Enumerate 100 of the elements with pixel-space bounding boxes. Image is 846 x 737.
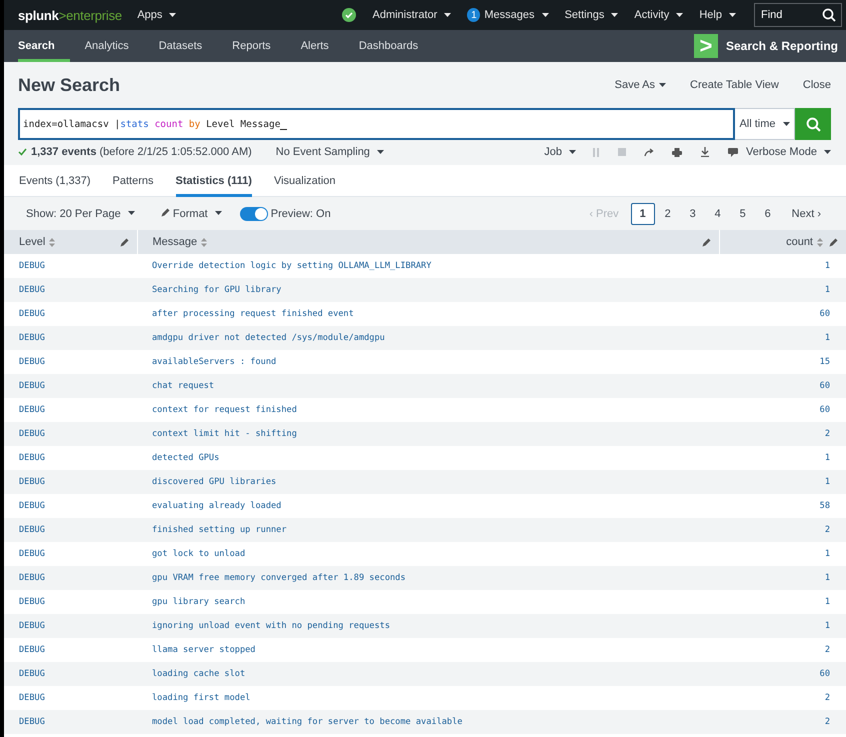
header-action[interactable]: Save As bbox=[614, 79, 666, 91]
table-cell: 1 bbox=[719, 470, 846, 494]
table-cell: detected GPUs bbox=[137, 446, 719, 470]
pencil-icon[interactable] bbox=[120, 238, 128, 246]
job-menu[interactable]: Job bbox=[544, 146, 576, 158]
table-cell: 60 bbox=[719, 662, 846, 686]
table-cell: DEBUG bbox=[4, 638, 137, 662]
top-menu[interactable]: Apps bbox=[137, 9, 176, 21]
search-icon[interactable] bbox=[822, 8, 836, 22]
download-icon[interactable] bbox=[700, 147, 710, 157]
table-cell: got lock to unload bbox=[137, 542, 719, 566]
pencil-icon[interactable] bbox=[829, 238, 838, 246]
table-cell: DEBUG bbox=[4, 254, 137, 278]
page-button[interactable]: 5 bbox=[730, 202, 755, 224]
preview-label: Preview: On bbox=[270, 208, 331, 220]
app-tab[interactable]: Datasets bbox=[144, 30, 218, 62]
table-cell: 58 bbox=[719, 494, 846, 518]
caret-icon bbox=[824, 150, 831, 155]
table-cell: 1 bbox=[719, 446, 846, 470]
table-cell: 60 bbox=[719, 374, 846, 398]
top-menu[interactable]: Help bbox=[699, 9, 736, 21]
splunk-logo[interactable]: splunk>enterprise bbox=[4, 8, 138, 22]
table-cell: DEBUG bbox=[4, 302, 137, 326]
top-menu[interactable]: Messages bbox=[484, 9, 549, 21]
table-cell: DEBUG bbox=[4, 470, 137, 494]
caret-icon bbox=[169, 12, 176, 18]
next-page-button[interactable]: Next › bbox=[780, 202, 832, 224]
search-mode-dropdown[interactable]: Verbose Mode bbox=[746, 146, 831, 158]
sampling-dropdown[interactable]: No Event Sampling bbox=[276, 146, 384, 158]
table-cell: 1 bbox=[719, 254, 846, 278]
table-cell: DEBUG bbox=[4, 326, 137, 350]
app-tab[interactable]: Dashboards bbox=[344, 30, 434, 62]
table-cell: loading first model bbox=[137, 686, 719, 710]
table-cell: context for request finished bbox=[137, 398, 719, 422]
column-header[interactable]: count bbox=[786, 236, 813, 248]
app-tab[interactable]: Alerts bbox=[286, 30, 344, 62]
per-page-dropdown[interactable]: Show: 20 Per Page bbox=[26, 208, 135, 220]
pencil-icon[interactable] bbox=[702, 238, 710, 246]
table-cell: 15 bbox=[719, 350, 846, 374]
caret-icon bbox=[376, 150, 384, 155]
table-cell: DEBUG bbox=[4, 278, 137, 302]
search-icon bbox=[806, 116, 820, 132]
search-query-field[interactable]: index=ollamacsv |stats count by Level Message bbox=[18, 108, 735, 140]
caret-icon bbox=[214, 211, 222, 216]
table-cell: DEBUG bbox=[4, 590, 137, 614]
check-icon bbox=[18, 148, 27, 156]
app-tab[interactable]: Analytics bbox=[70, 30, 144, 62]
table-cell: discovered GPU libraries bbox=[137, 470, 719, 494]
result-tab[interactable]: Visualization bbox=[274, 164, 336, 196]
table-cell: 2 bbox=[719, 638, 846, 662]
page-button[interactable]: 1 bbox=[630, 202, 655, 224]
table-cell: availableServers : found bbox=[137, 350, 719, 374]
time-range-picker[interactable]: All time bbox=[735, 108, 795, 140]
result-tab[interactable]: Events (1,337) bbox=[19, 164, 91, 196]
app-tab[interactable]: Reports bbox=[217, 30, 286, 62]
table-cell: DEBUG bbox=[4, 374, 137, 398]
table-cell: ignoring unload event with no pending requests bbox=[137, 614, 719, 638]
column-header[interactable]: Level bbox=[19, 236, 46, 248]
table-cell: after processing request finished event bbox=[137, 302, 719, 326]
table-cell: gpu VRAM free memory converged after 1.89 seconds bbox=[137, 566, 719, 590]
page-title: New Search bbox=[18, 74, 120, 96]
table-cell: finished setting up runner bbox=[137, 518, 719, 542]
share-icon[interactable] bbox=[644, 148, 654, 156]
table-cell: DEBUG bbox=[4, 566, 137, 590]
table-cell: Override detection logic by setting OLLAMA_LLM_LIBRARY bbox=[137, 254, 719, 278]
page-button[interactable]: 3 bbox=[680, 202, 705, 224]
table-cell: gpu library search bbox=[137, 590, 719, 614]
app-name: Search & Reporting bbox=[726, 39, 838, 53]
result-tab[interactable]: Patterns bbox=[112, 164, 154, 196]
caret-icon bbox=[676, 12, 684, 18]
header-action[interactable]: Create Table View bbox=[690, 79, 779, 91]
page-button[interactable]: 2 bbox=[656, 202, 680, 224]
table-cell: DEBUG bbox=[4, 350, 137, 374]
caret-icon bbox=[444, 12, 452, 18]
caret-icon bbox=[569, 150, 576, 155]
table-cell: evaluating already loaded bbox=[137, 494, 719, 518]
page-button[interactable]: 6 bbox=[756, 202, 780, 224]
caret-icon bbox=[659, 82, 666, 88]
table-cell: 2 bbox=[719, 686, 846, 710]
header-action[interactable]: Close bbox=[802, 79, 831, 91]
page-button[interactable]: 4 bbox=[706, 202, 730, 224]
table-cell: chat request bbox=[137, 374, 719, 398]
table-cell: DEBUG bbox=[4, 446, 137, 470]
table-cell: 1 bbox=[719, 566, 846, 590]
table-cell: 1 bbox=[719, 590, 846, 614]
caret-icon bbox=[782, 122, 790, 127]
caret-icon bbox=[729, 12, 736, 18]
table-cell: 1 bbox=[719, 614, 846, 638]
table-cell: DEBUG bbox=[4, 662, 137, 686]
format-dropdown[interactable]: Format bbox=[160, 208, 222, 220]
status-ok-icon bbox=[342, 8, 356, 22]
top-menu[interactable]: Settings bbox=[564, 9, 618, 21]
top-menu[interactable]: Activity bbox=[634, 9, 684, 21]
preview-toggle[interactable] bbox=[240, 206, 268, 220]
top-menu[interactable]: Administrator bbox=[372, 9, 452, 21]
table-cell: DEBUG bbox=[4, 494, 137, 518]
search-button[interactable] bbox=[795, 108, 831, 140]
table-cell: DEBUG bbox=[4, 542, 137, 566]
find-field[interactable]: Find bbox=[754, 3, 842, 27]
column-header[interactable]: Message bbox=[152, 236, 198, 248]
